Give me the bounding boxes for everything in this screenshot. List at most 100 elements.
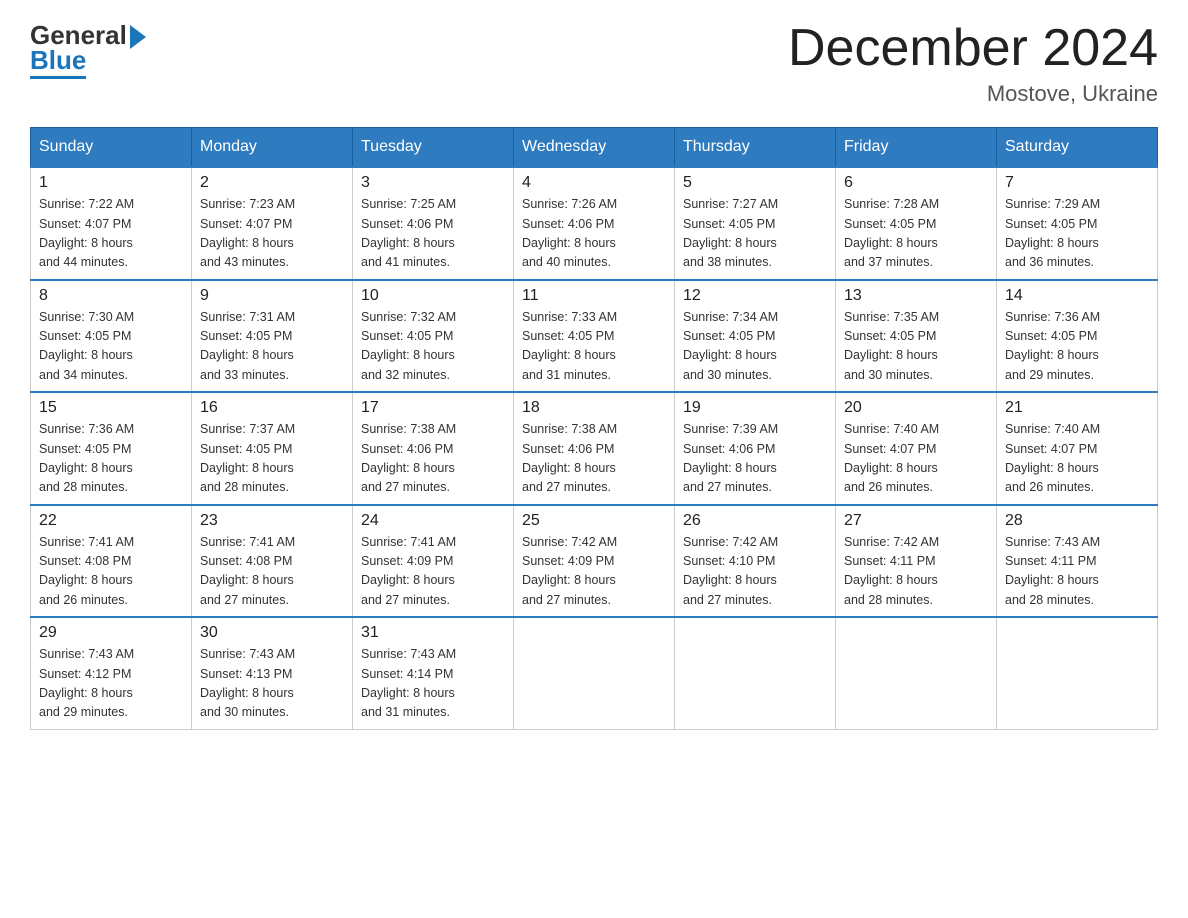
day-info: Sunrise: 7:43 AMSunset: 4:11 PMDaylight:… <box>1005 533 1149 611</box>
day-number: 10 <box>361 287 505 305</box>
calendar-cell: 20 Sunrise: 7:40 AMSunset: 4:07 PMDayligh… <box>836 392 997 505</box>
logo: GeneralBlue <box>30 20 146 76</box>
calendar-cell: 6Sunrise: 7:28 AMSunset: 4:05 PMDaylight… <box>836 167 997 280</box>
day-number: 29 <box>39 624 183 642</box>
weekday-header-monday: Monday <box>192 128 353 168</box>
day-info: Sunrise: 7:42 AMSunset: 4:09 PMDaylight:… <box>522 533 666 611</box>
day-number: 14 <box>1005 287 1149 305</box>
calendar-cell: 15Sunrise: 7:36 AMSunset: 4:05 PMDayligh… <box>31 392 192 505</box>
calendar-cell: 22 Sunrise: 7:41 AMSunset: 4:08 PMDayligh… <box>31 505 192 618</box>
day-info: Sunrise: 7:25 AMSunset: 4:06 PMDaylight:… <box>361 195 505 273</box>
calendar-cell: 29 Sunrise: 7:43 AMSunset: 4:12 PMDayligh… <box>31 617 192 729</box>
day-info: Sunrise: 7:36 AMSunset: 4:05 PMDaylight:… <box>1005 308 1149 386</box>
weekday-header-tuesday: Tuesday <box>353 128 514 168</box>
day-info: Sunrise: 7:34 AMSunset: 4:05 PMDaylight:… <box>683 308 827 386</box>
calendar-cell: 23 Sunrise: 7:41 AMSunset: 4:08 PMDayligh… <box>192 505 353 618</box>
day-number: 5 <box>683 174 827 192</box>
day-info: Sunrise: 7:23 AMSunset: 4:07 PMDaylight:… <box>200 195 344 273</box>
day-info: Sunrise: 7:29 AMSunset: 4:05 PMDaylight:… <box>1005 195 1149 273</box>
day-number: 4 <box>522 174 666 192</box>
day-number: 19 <box>683 399 827 417</box>
calendar-cell <box>836 617 997 729</box>
day-info: Sunrise: 7:39 AMSunset: 4:06 PMDaylight:… <box>683 420 827 498</box>
day-number: 21 <box>1005 399 1149 417</box>
calendar-cell: 30 Sunrise: 7:43 AMSunset: 4:13 PMDayligh… <box>192 617 353 729</box>
calendar-cell: 1Sunrise: 7:22 AMSunset: 4:07 PMDaylight… <box>31 167 192 280</box>
weekday-header-saturday: Saturday <box>997 128 1158 168</box>
calendar-cell: 5 Sunrise: 7:27 AMSunset: 4:05 PMDaylight… <box>675 167 836 280</box>
calendar-cell: 9 Sunrise: 7:31 AMSunset: 4:05 PMDaylight… <box>192 280 353 393</box>
calendar-cell: 16Sunrise: 7:37 AMSunset: 4:05 PMDayligh… <box>192 392 353 505</box>
day-number: 22 <box>39 512 183 530</box>
day-number: 6 <box>844 174 988 192</box>
day-info: Sunrise: 7:41 AMSunset: 4:08 PMDaylight:… <box>39 533 183 611</box>
calendar-cell: 24Sunrise: 7:41 AMSunset: 4:09 PMDayligh… <box>353 505 514 618</box>
weekday-header-wednesday: Wednesday <box>514 128 675 168</box>
day-info: Sunrise: 7:38 AMSunset: 4:06 PMDaylight:… <box>361 420 505 498</box>
calendar-cell: 12 Sunrise: 7:34 AMSunset: 4:05 PMDayligh… <box>675 280 836 393</box>
day-number: 20 <box>844 399 988 417</box>
day-number: 12 <box>683 287 827 305</box>
day-number: 23 <box>200 512 344 530</box>
calendar-cell: 14 Sunrise: 7:36 AMSunset: 4:05 PMDayligh… <box>997 280 1158 393</box>
day-info: Sunrise: 7:36 AMSunset: 4:05 PMDaylight:… <box>39 420 183 498</box>
calendar-cell: 13Sunrise: 7:35 AMSunset: 4:05 PMDayligh… <box>836 280 997 393</box>
calendar-cell: 11 Sunrise: 7:33 AMSunset: 4:05 PMDayligh… <box>514 280 675 393</box>
day-number: 31 <box>361 624 505 642</box>
day-info: Sunrise: 7:43 AMSunset: 4:12 PMDaylight:… <box>39 645 183 723</box>
calendar-cell: 21 Sunrise: 7:40 AMSunset: 4:07 PMDayligh… <box>997 392 1158 505</box>
day-info: Sunrise: 7:33 AMSunset: 4:05 PMDaylight:… <box>522 308 666 386</box>
calendar-cell: 17 Sunrise: 7:38 AMSunset: 4:06 PMDayligh… <box>353 392 514 505</box>
day-number: 30 <box>200 624 344 642</box>
calendar-cell: 2 Sunrise: 7:23 AMSunset: 4:07 PMDaylight… <box>192 167 353 280</box>
day-number: 2 <box>200 174 344 192</box>
week-row-1: 1Sunrise: 7:22 AMSunset: 4:07 PMDaylight… <box>31 167 1158 280</box>
calendar-cell: 8 Sunrise: 7:30 AMSunset: 4:05 PMDaylight… <box>31 280 192 393</box>
day-number: 9 <box>200 287 344 305</box>
week-row-4: 22 Sunrise: 7:41 AMSunset: 4:08 PMDayligh… <box>31 505 1158 618</box>
day-number: 26 <box>683 512 827 530</box>
week-row-3: 15Sunrise: 7:36 AMSunset: 4:05 PMDayligh… <box>31 392 1158 505</box>
day-number: 17 <box>361 399 505 417</box>
calendar-cell <box>514 617 675 729</box>
day-info: Sunrise: 7:32 AMSunset: 4:05 PMDaylight:… <box>361 308 505 386</box>
day-info: Sunrise: 7:41 AMSunset: 4:08 PMDaylight:… <box>200 533 344 611</box>
day-info: Sunrise: 7:40 AMSunset: 4:07 PMDaylight:… <box>844 420 988 498</box>
day-info: Sunrise: 7:42 AMSunset: 4:11 PMDaylight:… <box>844 533 988 611</box>
location-subtitle: Mostove, Ukraine <box>788 81 1158 107</box>
day-info: Sunrise: 7:30 AMSunset: 4:05 PMDaylight:… <box>39 308 183 386</box>
day-number: 18 <box>522 399 666 417</box>
weekday-header-sunday: Sunday <box>31 128 192 168</box>
day-number: 8 <box>39 287 183 305</box>
weekday-header-thursday: Thursday <box>675 128 836 168</box>
calendar-cell: 27Sunrise: 7:42 AMSunset: 4:11 PMDayligh… <box>836 505 997 618</box>
day-info: Sunrise: 7:40 AMSunset: 4:07 PMDaylight:… <box>1005 420 1149 498</box>
day-info: Sunrise: 7:43 AMSunset: 4:13 PMDaylight:… <box>200 645 344 723</box>
calendar-cell: 31 Sunrise: 7:43 AMSunset: 4:14 PMDayligh… <box>353 617 514 729</box>
calendar-cell: 28 Sunrise: 7:43 AMSunset: 4:11 PMDayligh… <box>997 505 1158 618</box>
weekday-header-row: SundayMondayTuesdayWednesdayThursdayFrid… <box>31 128 1158 168</box>
calendar-cell: 3 Sunrise: 7:25 AMSunset: 4:06 PMDaylight… <box>353 167 514 280</box>
calendar-cell <box>675 617 836 729</box>
day-info: Sunrise: 7:43 AMSunset: 4:14 PMDaylight:… <box>361 645 505 723</box>
day-number: 3 <box>361 174 505 192</box>
week-row-5: 29 Sunrise: 7:43 AMSunset: 4:12 PMDayligh… <box>31 617 1158 729</box>
day-info: Sunrise: 7:27 AMSunset: 4:05 PMDaylight:… <box>683 195 827 273</box>
day-info: Sunrise: 7:26 AMSunset: 4:06 PMDaylight:… <box>522 195 666 273</box>
day-info: Sunrise: 7:41 AMSunset: 4:09 PMDaylight:… <box>361 533 505 611</box>
day-info: Sunrise: 7:31 AMSunset: 4:05 PMDaylight:… <box>200 308 344 386</box>
logo-triangle-icon <box>130 25 146 49</box>
calendar-cell: 18Sunrise: 7:38 AMSunset: 4:06 PMDayligh… <box>514 392 675 505</box>
day-info: Sunrise: 7:42 AMSunset: 4:10 PMDaylight:… <box>683 533 827 611</box>
weekday-header-friday: Friday <box>836 128 997 168</box>
day-info: Sunrise: 7:35 AMSunset: 4:05 PMDaylight:… <box>844 308 988 386</box>
day-number: 11 <box>522 287 666 305</box>
title-section: December 2024 Mostove, Ukraine <box>788 20 1158 107</box>
calendar-cell <box>997 617 1158 729</box>
day-number: 28 <box>1005 512 1149 530</box>
day-number: 1 <box>39 174 183 192</box>
calendar-cell: 19 Sunrise: 7:39 AMSunset: 4:06 PMDayligh… <box>675 392 836 505</box>
day-number: 7 <box>1005 174 1149 192</box>
calendar-cell: 10 Sunrise: 7:32 AMSunset: 4:05 PMDayligh… <box>353 280 514 393</box>
page-header: GeneralBlue December 2024 Mostove, Ukrai… <box>30 20 1158 107</box>
